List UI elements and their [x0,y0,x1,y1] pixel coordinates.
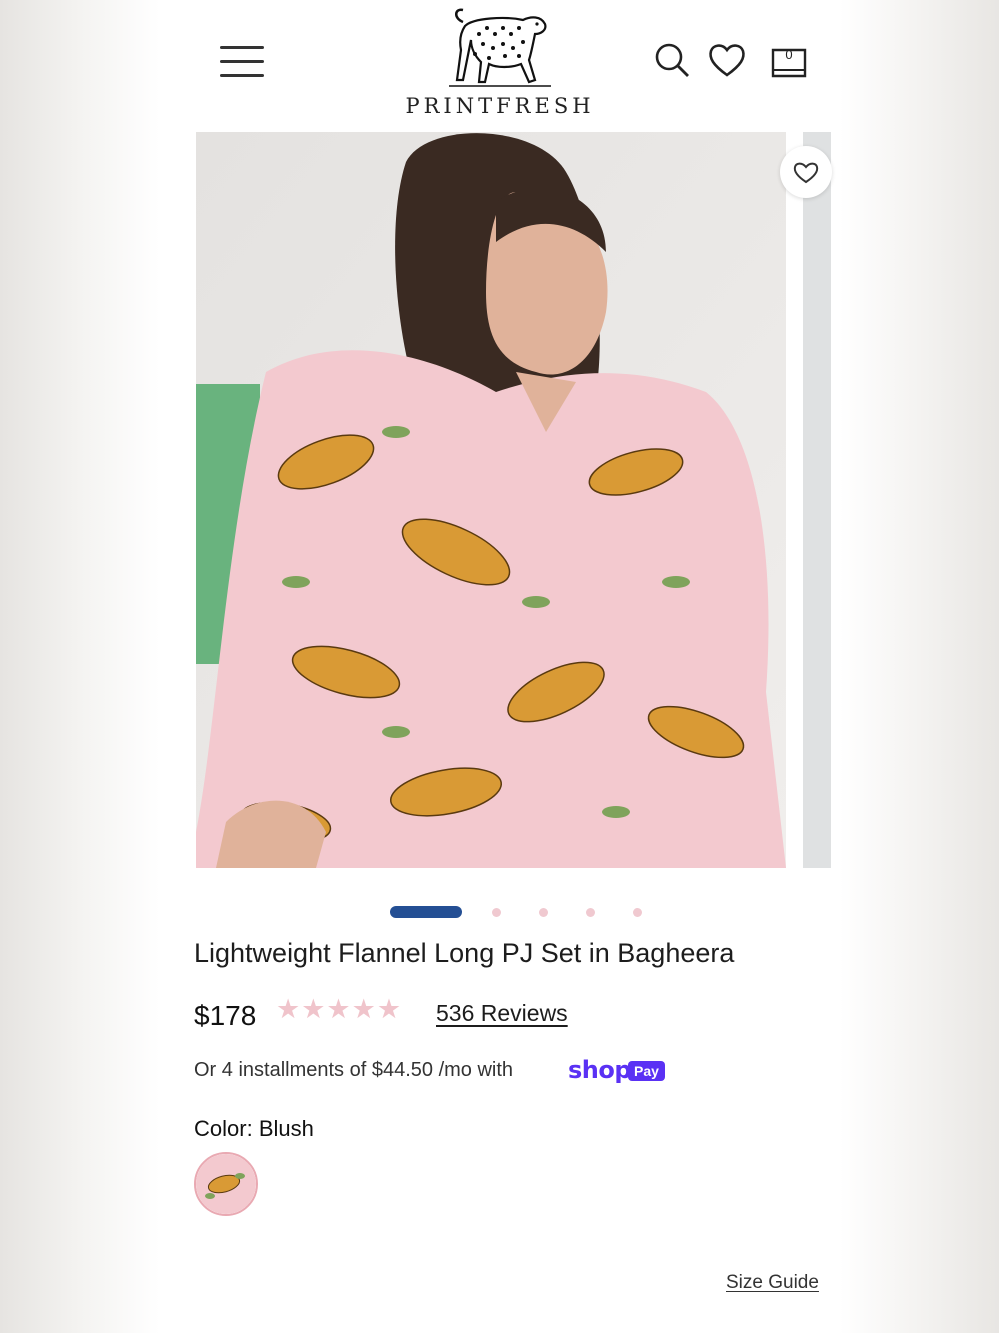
size-guide-link[interactable]: Size Guide [726,1272,819,1294]
next-image-peek[interactable] [803,132,831,868]
cart-bag-icon[interactable]: 0 [769,40,809,80]
carousel-dot-3[interactable] [539,908,548,917]
product-photo [196,132,786,868]
reviews-link[interactable]: 536 Reviews [436,1000,568,1027]
carousel-dot-5[interactable] [633,908,642,917]
carousel-dot-1[interactable] [390,906,462,918]
rating-stars: ★★★★★ [276,994,403,1024]
add-to-wishlist-button[interactable] [780,146,832,198]
installments-text: Or 4 installments of $44.50 /mo with [194,1059,514,1081]
leopard-logo-icon [449,8,551,87]
brand-logo[interactable]: PRINTFRESH [388,4,612,122]
product-image-carousel[interactable] [196,132,786,868]
menu-icon[interactable] [220,44,264,80]
color-value: Blush [258,1116,314,1141]
color-label: Color: [194,1116,253,1141]
carousel-dot-4[interactable] [586,908,595,917]
carousel-dot-2[interactable] [492,908,501,917]
site-header: PRINTFRESH 0 [168,0,831,130]
product-title: Lightweight Flannel Long PJ Set in Baghe… [194,938,735,968]
product-page: PRINTFRESH 0 Lightweight Flannel Long PJ… [168,0,832,1333]
product-price: $178 [194,1000,257,1031]
search-icon[interactable] [652,40,692,80]
bagheera-print-swatch [196,1154,256,1214]
heart-icon [793,162,819,184]
color-selector-label: Color: Blush [194,1116,314,1142]
color-swatch-blush[interactable] [194,1152,258,1216]
shop-pay-logo[interactable]: shop [568,1056,632,1084]
shop-pay-badge[interactable]: Pay [628,1061,665,1081]
brand-name: PRINTFRESH [405,94,595,118]
carousel-pagination [390,905,650,919]
cart-count: 0 [785,47,793,62]
wishlist-heart-icon[interactable] [707,40,747,80]
